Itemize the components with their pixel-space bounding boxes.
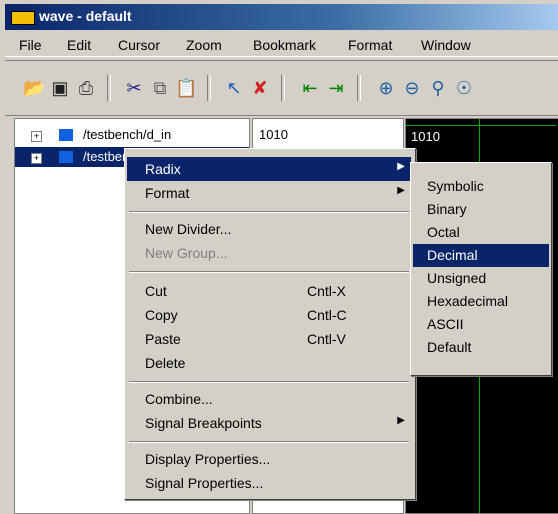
zoom-in-icon[interactable]: ⊕ [375,77,397,99]
radix-option-symbolic[interactable]: Symbolic [413,175,549,198]
menu-item-copy[interactable]: Copy Cntl-C [127,303,411,327]
menu-item-format[interactable]: Format ▶ [127,181,411,205]
menu-item-label: Cut [145,283,167,299]
menu-item-paste[interactable]: Paste Cntl-V [127,327,411,351]
menu-item-signal-breakpoints[interactable]: Signal Breakpoints ▶ [127,411,411,435]
radix-option-label: Decimal [427,247,478,263]
radix-option-label: ASCII [427,316,464,332]
menu-divider [129,211,409,213]
menu-divider [129,441,409,443]
radix-option-ascii[interactable]: ASCII [413,313,549,336]
radix-option-default[interactable]: Default [413,336,549,359]
submenu-arrow-icon: ▶ [397,161,405,172]
goto-prev-edge-icon[interactable]: ⇤ [299,77,321,99]
expand-icon[interactable]: + [31,131,42,142]
menu-window[interactable]: Window [421,37,471,53]
menu-item-cut[interactable]: Cut Cntl-X [127,279,411,303]
menu-item-label: Signal Properties... [145,475,264,491]
menu-item-new-divider[interactable]: New Divider... [127,217,411,241]
menu-item-label: Copy [145,307,178,323]
menu-item-new-group: New Group... [127,241,411,265]
radix-option-binary[interactable]: Binary [413,198,549,221]
wave-row: 1010 [406,125,556,145]
menu-item-display-properties[interactable]: Display Properties... [127,447,411,471]
menu-divider [129,271,409,273]
menu-item-shortcut: Cntl-C [307,307,347,323]
radix-option-octal[interactable]: Octal [413,221,549,244]
menu-item-delete[interactable]: Delete [127,351,411,375]
zoom-out-icon[interactable]: ⊖ [401,77,423,99]
radix-option-hexadecimal[interactable]: Hexadecimal [413,290,549,313]
menu-item-shortcut: Cntl-V [307,331,346,347]
radix-option-decimal[interactable]: Decimal [413,244,549,267]
toolbar-separator [207,75,211,101]
wave-trace [406,125,556,126]
menu-divider [129,381,409,383]
title-bar[interactable]: wave - default [5,4,558,30]
window-title: wave - default [39,8,132,24]
radix-option-label: Octal [427,224,460,240]
signal-name: /testbench/d_in [83,127,172,142]
signal-icon [59,129,73,141]
signal-value: 1010 [259,127,288,142]
menu-item-signal-properties[interactable]: Signal Properties... [127,471,411,495]
menu-bar: File Edit Cursor Zoom Bookmark Format Wi… [5,32,558,57]
submenu-arrow-icon: ▶ [397,185,405,196]
radix-submenu: Symbolic Binary Octal Decimal Unsigned H… [410,162,552,376]
save-icon[interactable]: ▣ [49,77,71,99]
menu-item-label: Display Properties... [145,451,271,467]
context-menu: Radix ▶ Format ▶ New Divider... New Grou… [124,148,416,500]
radix-option-label: Symbolic [427,178,484,194]
menu-cursor[interactable]: Cursor [118,37,160,53]
toolbar-separator [107,75,111,101]
menu-file[interactable]: File [19,37,42,53]
menu-item-label: Format [145,185,190,201]
select-pointer-icon[interactable]: ↖ [223,77,245,99]
paste-icon[interactable]: 📋 [175,77,197,99]
radix-option-label: Hexadecimal [427,293,508,309]
print-icon[interactable]: ⎙ [75,77,97,99]
menu-edit[interactable]: Edit [67,37,91,53]
menu-item-label: Combine... [145,391,213,407]
cut-icon[interactable]: ✂ [123,77,145,99]
menu-item-label: New Divider... [145,221,232,237]
radix-option-label: Unsigned [427,270,487,286]
expand-icon[interactable]: + [31,153,42,164]
menu-item-combine[interactable]: Combine... [127,387,411,411]
radix-option-label: Binary [427,201,467,217]
value-row: 1010 [253,125,403,145]
menu-format[interactable]: Format [348,37,392,53]
signal-row[interactable]: + /testbench/d_in [15,125,249,145]
menu-zoom[interactable]: Zoom [186,37,222,53]
menu-item-label: Signal Breakpoints [145,415,262,431]
menu-item-radix[interactable]: Radix ▶ [127,157,411,181]
open-folder-icon[interactable]: 📂 [23,77,45,99]
goto-next-edge-icon[interactable]: ⇥ [325,77,347,99]
menu-item-label: New Group... [145,245,228,261]
menu-item-shortcut: Cntl-X [307,283,346,299]
wave-value: 1010 [411,129,440,144]
menu-bookmark[interactable]: Bookmark [253,37,316,53]
toolbar-separator [357,75,361,101]
radix-option-unsigned[interactable]: Unsigned [413,267,549,290]
menu-item-label: Radix [145,161,181,177]
signal-icon [59,151,73,163]
app-icon [11,11,35,25]
zoom-full-icon[interactable]: ⚲ [427,77,449,99]
menu-item-label: Delete [145,355,186,371]
toolbar-separator [281,75,285,101]
copy-icon[interactable]: ⧉ [149,77,171,99]
radix-option-label: Default [427,339,472,355]
delete-icon[interactable]: ✘ [249,77,271,99]
zoom-cursor-icon[interactable]: ☉ [453,77,475,99]
menu-item-label: Paste [145,331,181,347]
toolbar: 📂 ▣ ⎙ ✂ ⧉ 📋 ↖ ✘ ⇤ ⇥ ⊕ ⊖ ⚲ ☉ [5,60,558,116]
submenu-arrow-icon: ▶ [397,415,405,426]
